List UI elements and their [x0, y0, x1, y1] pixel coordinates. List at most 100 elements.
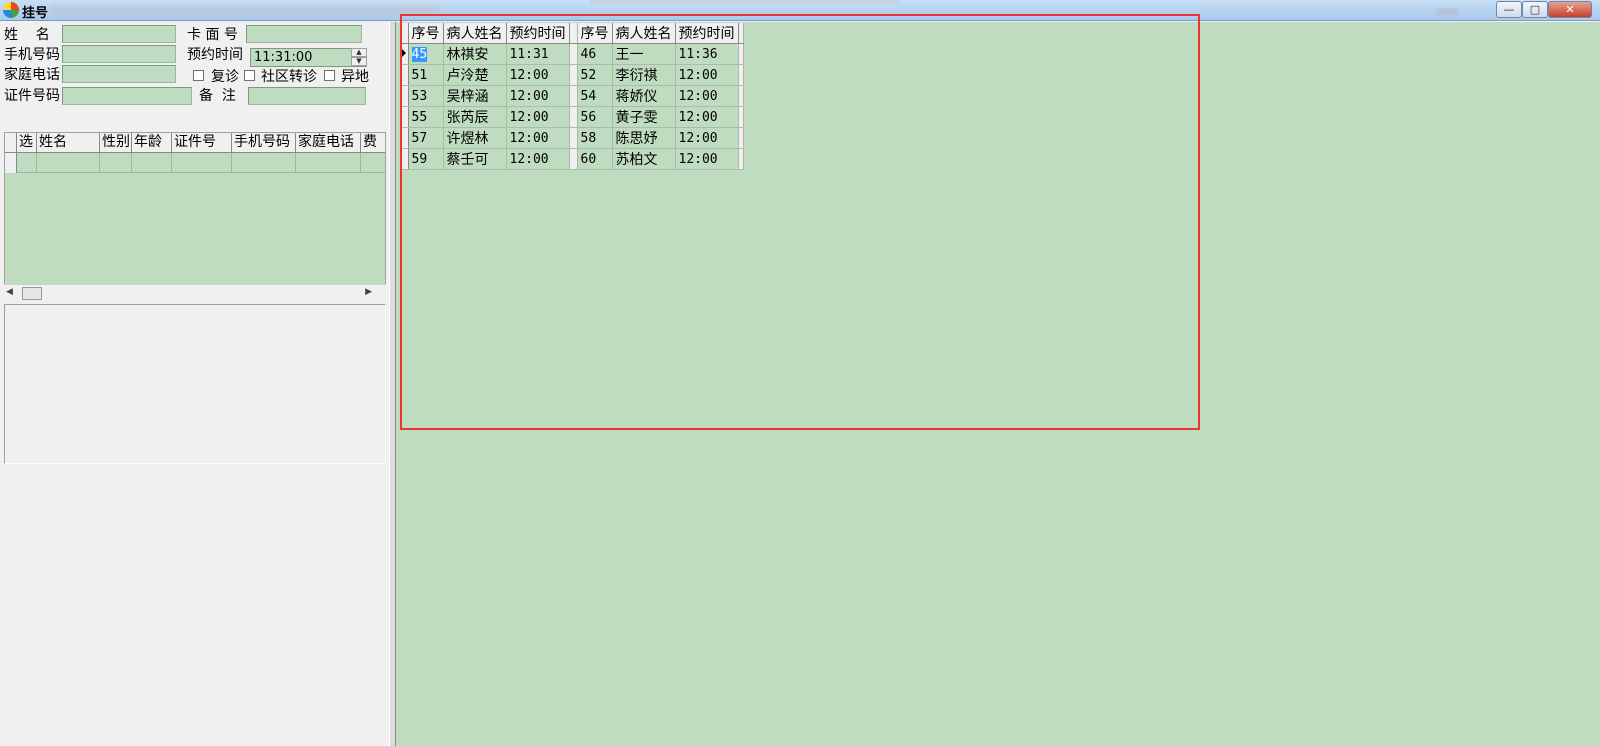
- name-field[interactable]: [62, 25, 176, 43]
- patient-name-cell[interactable]: 卢泠楚: [443, 64, 507, 86]
- remark-label: 备 注: [199, 88, 236, 104]
- table-row[interactable]: 53 吴梓涵 12:00 54 蒋娇仪 12:00: [400, 85, 744, 107]
- appt-time-cell[interactable]: 12:00: [675, 106, 739, 128]
- horizontal-scrollbar[interactable]: ◀ ▶: [4, 284, 386, 301]
- col-fee[interactable]: 费: [361, 133, 385, 153]
- seq-cell[interactable]: 59: [408, 148, 444, 170]
- time-down-arrow-icon[interactable]: ▼: [351, 57, 367, 66]
- col-age[interactable]: 年龄: [132, 133, 172, 153]
- col-appt-time-2[interactable]: 预约时间: [675, 23, 739, 44]
- appt-time-label: 预约时间: [187, 47, 243, 63]
- table-row[interactable]: 55 张芮辰 12:00 56 黄子雯 12:00: [400, 106, 744, 128]
- appt-time-cell[interactable]: 12:00: [675, 85, 739, 107]
- revisit-label: 复诊: [211, 69, 239, 85]
- table-row[interactable]: 51 卢泠楚 12:00 52 李衍祺 12:00: [400, 64, 744, 86]
- grid-corner: [400, 23, 409, 44]
- seq-cell[interactable]: 53: [408, 85, 444, 107]
- card-label: 卡 面 号: [187, 27, 238, 43]
- appt-time-cell[interactable]: 12:00: [506, 85, 570, 107]
- remark-field[interactable]: [248, 87, 366, 105]
- blurred-title-badge: [1436, 8, 1458, 16]
- table-row[interactable]: [5, 153, 385, 173]
- id-field[interactable]: [62, 87, 192, 105]
- patient-name-cell[interactable]: 苏柏文: [612, 148, 676, 170]
- patient-name-cell[interactable]: 王一: [612, 43, 676, 65]
- card-field[interactable]: [246, 25, 362, 43]
- revisit-checkbox[interactable]: [193, 70, 204, 81]
- appointment-grid-header: 序号 病人姓名 预约时间 序号 病人姓名 预约时间: [400, 23, 744, 44]
- col-seq-2[interactable]: 序号: [577, 23, 613, 44]
- vertical-scrollbar[interactable]: [1584, 22, 1600, 746]
- col-appt-time-1[interactable]: 预约时间: [506, 23, 570, 44]
- phone-label: 手机号码: [4, 47, 60, 63]
- appt-time-cell[interactable]: 11:31: [506, 43, 570, 65]
- seq-cell[interactable]: 51: [408, 64, 444, 86]
- name-label: 姓 名: [4, 27, 50, 43]
- seq-cell[interactable]: 52: [577, 64, 613, 86]
- col-select[interactable]: 选: [17, 133, 37, 153]
- col-mobile[interactable]: 手机号码: [232, 133, 296, 153]
- appt-time-cell[interactable]: 12:00: [506, 127, 570, 149]
- phone-field[interactable]: [62, 45, 176, 63]
- remote-checkbox[interactable]: [324, 70, 335, 81]
- seq-cell[interactable]: 56: [577, 106, 613, 128]
- seq-cell[interactable]: 58: [577, 127, 613, 149]
- col-patient-name-1[interactable]: 病人姓名: [443, 23, 507, 44]
- scroll-thumb[interactable]: [22, 287, 42, 300]
- remote-label: 异地: [341, 69, 369, 85]
- appt-time-field[interactable]: 11:31:00: [250, 48, 367, 67]
- appt-time-cell[interactable]: 12:00: [506, 106, 570, 128]
- app-icon: [3, 2, 19, 18]
- detail-panel: [4, 304, 386, 464]
- col-name[interactable]: 姓名: [37, 133, 100, 153]
- seq-cell[interactable]: 55: [408, 106, 444, 128]
- patient-name-cell[interactable]: 许煜林: [443, 127, 507, 149]
- patient-name-cell[interactable]: 蒋娇仪: [612, 85, 676, 107]
- row-indicator: [5, 153, 17, 173]
- appt-time-cell[interactable]: 12:00: [675, 64, 739, 86]
- community-label: 社区转诊: [261, 69, 317, 85]
- maximize-button[interactable]: □: [1522, 1, 1548, 18]
- appt-time-cell[interactable]: 12:00: [675, 127, 739, 149]
- time-up-arrow-icon[interactable]: ▲: [351, 48, 367, 57]
- close-button[interactable]: ✕: [1548, 1, 1592, 18]
- title-bar: 挂号 — □ ✕: [0, 0, 1600, 21]
- col-patient-name-2[interactable]: 病人姓名: [612, 23, 676, 44]
- patient-name-cell[interactable]: 李衍祺: [612, 64, 676, 86]
- seq-cell[interactable]: 57: [408, 127, 444, 149]
- appt-time-cell[interactable]: 12:00: [506, 64, 570, 86]
- current-row-arrow-icon: [400, 43, 409, 65]
- seq-cell[interactable]: 46: [577, 43, 613, 65]
- patient-grid[interactable]: 选 姓名 性别 年龄 证件号 手机号码 家庭电话 费: [4, 132, 386, 298]
- seq-cell[interactable]: 45: [411, 46, 428, 62]
- patient-name-cell[interactable]: 陈思妤: [612, 127, 676, 149]
- col-home-phone[interactable]: 家庭电话: [296, 133, 361, 153]
- minimize-button[interactable]: —: [1496, 1, 1522, 18]
- splitter[interactable]: [389, 22, 396, 746]
- patient-name-cell[interactable]: 林祺安: [443, 43, 507, 65]
- table-row[interactable]: 57 许煜林 12:00 58 陈思妤 12:00: [400, 127, 744, 149]
- scroll-right-icon[interactable]: ▶: [365, 287, 372, 297]
- col-id[interactable]: 证件号: [172, 133, 232, 153]
- patient-name-cell[interactable]: 吴梓涵: [443, 85, 507, 107]
- appt-time-cell[interactable]: 12:00: [675, 148, 739, 170]
- table-row[interactable]: 45 林祺安 11:31 46 王一 11:36: [400, 43, 744, 65]
- community-checkbox[interactable]: [244, 70, 255, 81]
- col-seq-1[interactable]: 序号: [408, 23, 444, 44]
- seq-cell[interactable]: 54: [577, 85, 613, 107]
- patient-name-cell[interactable]: 蔡壬可: [443, 148, 507, 170]
- scroll-left-icon[interactable]: ◀: [6, 287, 13, 297]
- appt-time-cell[interactable]: 12:00: [506, 148, 570, 170]
- seq-cell[interactable]: 60: [577, 148, 613, 170]
- grid-corner: [5, 133, 17, 153]
- patient-name-cell[interactable]: 张芮辰: [443, 106, 507, 128]
- col-gender[interactable]: 性别: [100, 133, 132, 153]
- appointment-grid[interactable]: 序号 病人姓名 预约时间 序号 病人姓名 预约时间 45 林祺安 11:31 4…: [400, 23, 744, 170]
- table-row[interactable]: 59 蔡壬可 12:00 60 苏柏文 12:00: [400, 148, 744, 170]
- patient-name-cell[interactable]: 黄子雯: [612, 106, 676, 128]
- blurred-title-strip: [590, 0, 900, 4]
- appt-time-cell[interactable]: 11:36: [675, 43, 739, 65]
- home-phone-field[interactable]: [62, 65, 176, 83]
- patient-grid-header: 选 姓名 性别 年龄 证件号 手机号码 家庭电话 费: [5, 133, 385, 153]
- blurred-title-info: [50, 6, 440, 15]
